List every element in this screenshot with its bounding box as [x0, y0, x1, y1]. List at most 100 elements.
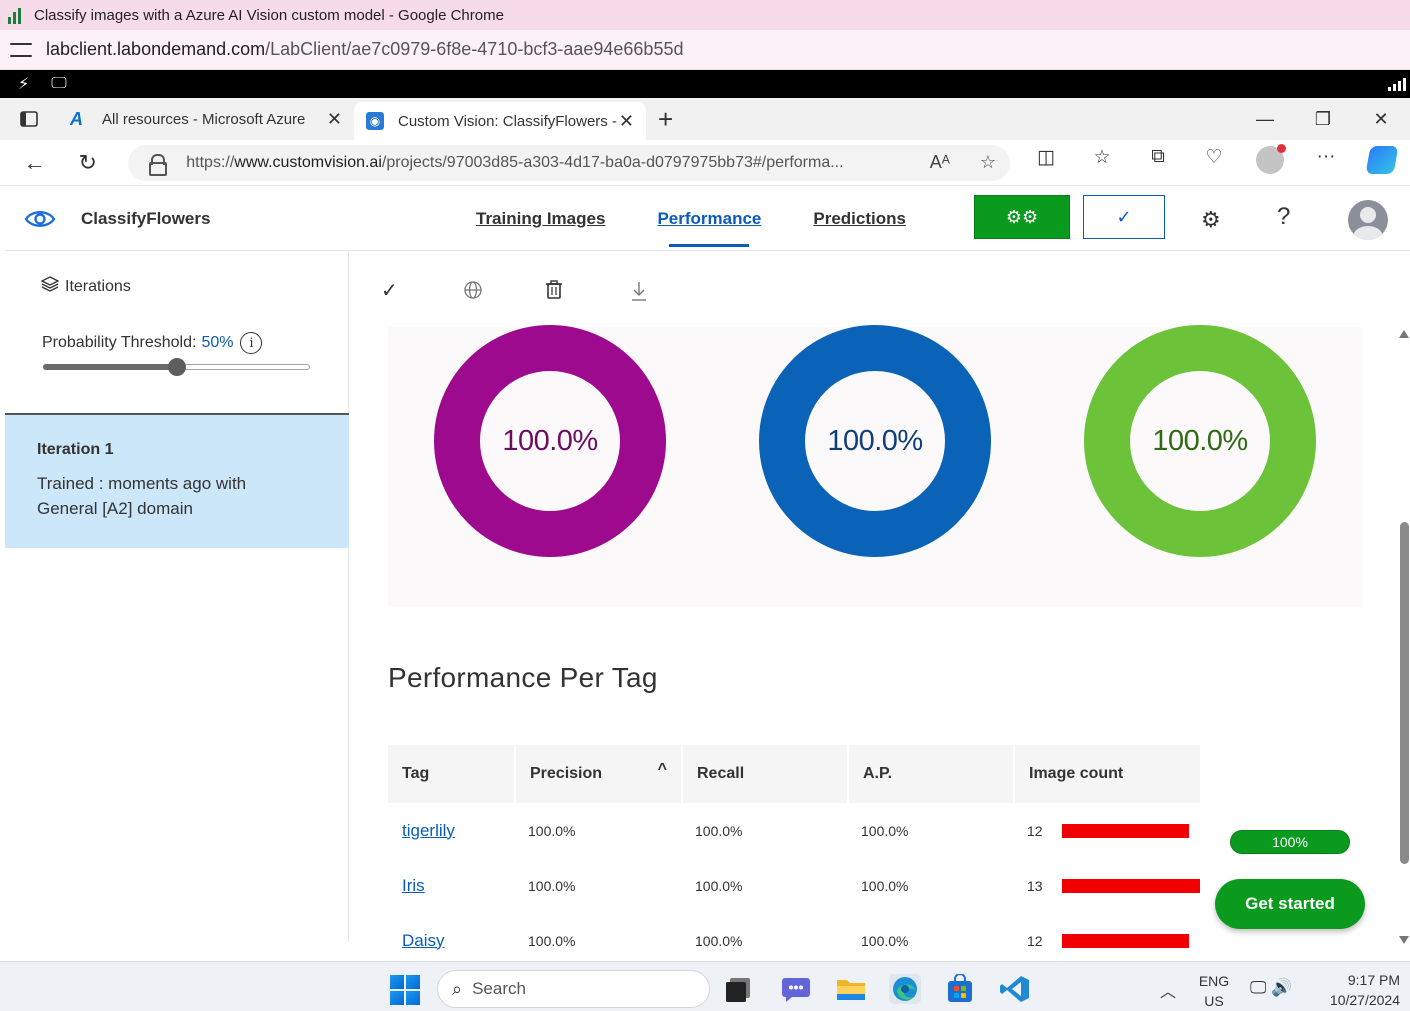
chrome-url-host[interactable]: labclient.labondemand.com: [46, 39, 265, 60]
precision-cell: 100.0%: [528, 932, 576, 949]
microsoft-store-icon[interactable]: [944, 973, 976, 1004]
lang-line2: US: [1204, 993, 1224, 1009]
precision-value: 100.0%: [502, 424, 598, 457]
back-icon[interactable]: ←: [8, 150, 61, 176]
close-icon[interactable]: ✕: [327, 109, 342, 130]
table-row: Daisy 100.0% 100.0% 100.0% 12: [388, 913, 1200, 952]
tab-actions-icon[interactable]: [0, 98, 58, 140]
nav-training-images[interactable]: Training Images: [476, 209, 605, 229]
vscode-icon[interactable]: [999, 974, 1031, 1004]
image-count-cell: 12: [1013, 913, 1200, 952]
lightning-icon[interactable]: ⚡: [18, 74, 29, 94]
col-recall[interactable]: Recall: [681, 745, 847, 803]
refresh-icon[interactable]: ↻: [61, 150, 114, 176]
task-view-icon[interactable]: [724, 976, 756, 1006]
project-name[interactable]: ClassifyFlowers: [81, 209, 210, 229]
col-tag[interactable]: Tag: [388, 745, 514, 803]
col-image-count[interactable]: Image count: [1013, 745, 1200, 803]
browser-essentials-icon[interactable]: ♡: [1186, 146, 1242, 180]
per-tag-table: Tag Precision ^ Recall A.P. Image count t…: [388, 745, 1200, 952]
recall-cell: 100.0%: [695, 877, 743, 894]
settings-gear-icon[interactable]: ⚙: [1201, 207, 1221, 233]
get-started-button[interactable]: Get started: [1215, 879, 1365, 929]
address-host: www.customvision.ai: [234, 153, 382, 171]
restore-icon[interactable]: ❐: [1294, 98, 1352, 140]
delete-icon[interactable]: [545, 280, 563, 306]
scrollbar-thumb[interactable]: [1400, 522, 1409, 864]
new-tab-icon[interactable]: +: [658, 104, 673, 135]
taskbar-search[interactable]: ⌕ Search: [437, 970, 710, 1008]
favorites-icon[interactable]: ☆: [1074, 146, 1130, 180]
col-ap[interactable]: A.P.: [847, 745, 1013, 803]
lock-icon[interactable]: [148, 153, 168, 176]
favorite-star-icon[interactable]: ☆: [980, 152, 996, 173]
window-close-icon[interactable]: ✕: [1352, 98, 1410, 140]
custom-vision-icon: ◉: [366, 112, 384, 130]
tab-custom-vision[interactable]: ◉ Custom Vision: ClassifyFlowers - ✕: [354, 102, 646, 140]
file-explorer-icon[interactable]: [835, 974, 867, 1004]
ap-value: 100.0%: [1152, 424, 1248, 457]
tag-link[interactable]: Daisy: [388, 913, 514, 952]
eye-logo-icon[interactable]: [23, 207, 57, 231]
chevron-up-icon[interactable]: ︿: [1160, 978, 1176, 1002]
iterations-header: Iterations: [40, 276, 131, 297]
probability-value: 50%: [201, 334, 234, 351]
taskbar-clock[interactable]: 9:17 PM 10/27/2024: [1312, 970, 1400, 1010]
minimize-icon[interactable]: —: [1236, 98, 1294, 140]
collections-icon[interactable]: ⧉: [1130, 146, 1186, 180]
chrome-address-bar[interactable]: labclient.labondemand.com/LabClient/ae7c…: [0, 30, 1410, 70]
gears-icon: ⚙⚙: [1005, 206, 1039, 227]
browser-toolbar-icons: ◫ ☆ ⧉ ♡ ···: [1018, 143, 1410, 180]
nav-predictions[interactable]: Predictions: [813, 209, 906, 229]
copilot-icon[interactable]: [1354, 145, 1410, 180]
lang-line1: ENG: [1198, 973, 1230, 989]
edge-address-bar[interactable]: https://www.customvision.ai/projects/970…: [128, 144, 1010, 181]
user-avatar[interactable]: [1348, 200, 1388, 240]
help-icon[interactable]: ?: [1277, 203, 1290, 231]
profile-icon[interactable]: [1242, 143, 1298, 180]
teams-chat-icon[interactable]: [780, 974, 812, 1004]
scroll-up-arrow-icon[interactable]: [1399, 330, 1409, 338]
precision-cell: 100.0%: [528, 822, 576, 839]
export-icon[interactable]: [630, 280, 648, 308]
signal-icon: [1388, 78, 1406, 91]
ap-cell: 100.0%: [861, 877, 909, 894]
tag-link[interactable]: tigerlily: [388, 803, 514, 858]
check-icon: ✓: [1116, 206, 1132, 227]
recall-gauge: 100.0%: [759, 325, 991, 557]
search-icon: ⌕: [452, 978, 463, 999]
scroll-down-arrow-icon[interactable]: [1399, 936, 1409, 944]
search-placeholder: Search: [472, 979, 526, 998]
windows-start-icon[interactable]: [390, 975, 420, 1005]
tag-link[interactable]: Iris: [388, 858, 514, 913]
close-icon[interactable]: ✕: [619, 111, 634, 132]
ap-gauge: 100.0%: [1084, 325, 1316, 557]
read-aloud-icon[interactable]: Aᴬ: [930, 152, 950, 173]
quick-test-button[interactable]: ✓: [1083, 195, 1165, 239]
globe-icon[interactable]: [463, 280, 483, 306]
lab-toolbar: ⚡ 🖵: [0, 70, 1410, 98]
precision-gauge: 100.0%: [434, 325, 666, 557]
tab-azure[interactable]: A All resources - Microsoft Azure ✕: [58, 98, 354, 140]
iteration-item[interactable]: Iteration 1 Trained : moments ago with G…: [5, 415, 349, 548]
chrome-url-path[interactable]: /LabClient/ae7c0979-6f8e-4710-bcf3-aae94…: [265, 39, 683, 60]
image-count-value: 13: [1027, 877, 1043, 894]
image-count-bar: [1061, 823, 1189, 838]
check-icon[interactable]: ✓: [381, 278, 398, 303]
threshold-slider-handle[interactable]: [167, 358, 186, 376]
network-volume-icon[interactable]: 🖵 🔊: [1250, 978, 1292, 998]
sort-ascending-icon[interactable]: ^: [658, 761, 667, 779]
info-icon[interactable]: i: [240, 332, 263, 354]
monitor-icon[interactable]: 🖵: [51, 75, 66, 93]
more-options-icon[interactable]: ···: [1298, 146, 1354, 180]
image-count-value: 12: [1027, 932, 1043, 949]
edge-browser-icon[interactable]: [889, 974, 921, 1004]
split-screen-icon[interactable]: ◫: [1018, 146, 1074, 180]
train-button[interactable]: ⚙⚙: [974, 195, 1070, 239]
site-settings-icon[interactable]: [10, 40, 32, 60]
clock-date: 10/27/2024: [1329, 992, 1400, 1008]
col-precision[interactable]: Precision ^: [514, 745, 681, 803]
nav-performance[interactable]: Performance: [657, 209, 761, 247]
language-indicator[interactable]: ENG US: [1197, 971, 1231, 1011]
iterations-label: Iterations: [65, 277, 131, 295]
